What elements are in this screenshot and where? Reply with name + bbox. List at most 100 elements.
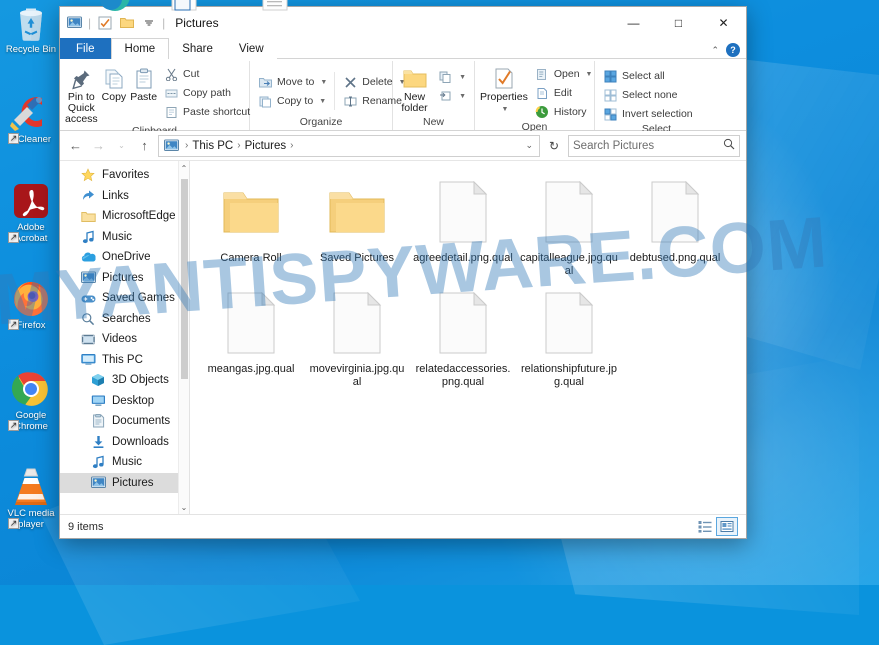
sidebar-item-onedrive[interactable]: OneDrive [60,247,189,268]
sidebar-item-pictures[interactable]: Pictures [60,268,189,289]
qat-divider: | [88,15,92,30]
new-small-commands: ▼ ▼ [435,64,469,105]
properties-icon[interactable] [96,14,113,31]
maximize-button[interactable]: □ [656,7,701,38]
cut-icon [164,67,179,82]
copy-path-button[interactable]: Copy path [161,84,253,102]
help-button[interactable]: ? [726,43,740,57]
file-item[interactable]: relationshipfuture.jpg.qual [516,284,622,395]
file-item[interactable]: capitalleague.jpg.qual [516,173,622,284]
copy-to-button[interactable]: Copy to ▼ [255,92,330,110]
desktop-icon-adobe-acrobat[interactable]: ↗ Adobe Acrobat [2,180,60,244]
file-list-view[interactable]: Camera Roll Saved Pictures agreedetail.png… [190,161,746,514]
sidebar-item-desktop[interactable]: Desktop [60,391,189,412]
paste-button[interactable]: Paste [130,64,157,103]
pictures-folder-icon[interactable] [66,14,83,31]
new-item-button[interactable]: ▼ [435,68,469,86]
select-none-label: Select none [622,89,678,101]
pin-to-quick-access-button[interactable]: Pin to Quick access [65,64,98,125]
scroll-up-arrow-icon[interactable]: ⌃ [181,161,188,175]
desktop-icon-document-partial-1[interactable] [162,0,202,21]
scroll-down-arrow-icon[interactable]: ⌄ [181,500,188,514]
sidebar-item-music[interactable]: Music [60,227,189,248]
customize-chevron-icon[interactable] [140,14,157,31]
new-folder-icon[interactable] [118,14,135,31]
move-to-label: Move to [277,76,315,88]
scrollbar-thumb[interactable] [181,179,188,379]
desktop-icon-recycle-bin[interactable]: Recycle Bin [2,2,60,55]
sidebar-item-videos[interactable]: Videos [60,329,189,350]
edit-button[interactable]: Edit [532,84,596,102]
sidebar-item-label: Pictures [112,476,154,489]
desktop-icon-edge-partial[interactable] [95,0,135,16]
pin-icon [70,66,92,92]
pictures-folder-icon [80,270,96,286]
paste-icon [133,66,155,92]
move-to-button[interactable]: Move to ▼ [255,73,330,91]
file-grid: Camera Roll Saved Pictures agreedetail.png… [190,161,746,395]
desktop-icon-vlc-media-player[interactable]: ↗ VLC media player [2,466,60,530]
large-icons-view-button[interactable] [716,517,738,536]
open-button[interactable]: Open ▼ [532,65,596,83]
properties-button[interactable]: Properties ▼ [480,64,528,115]
folder-item[interactable]: Saved Pictures [304,173,410,284]
quick-access-toolbar: | | [66,14,165,31]
file-item[interactable]: movevirginia.jpg.qual [304,284,410,395]
close-button[interactable]: ✕ [701,7,746,38]
history-button[interactable]: History [532,103,596,121]
breadcrumb-item-this-pc[interactable]: This PC [192,140,233,152]
paste-label: Paste [130,91,158,103]
invert-selection-button[interactable]: Invert selection [600,105,696,123]
forward-button[interactable]: → [89,136,108,155]
sidebar-item-pictures[interactable]: Pictures [60,472,189,493]
sidebar-item-3d-objects[interactable]: 3D Objects [60,370,189,391]
sidebar-item-downloads[interactable]: Downloads [60,432,189,453]
tab-home[interactable]: Home [110,38,170,59]
breadcrumb-dropdown-icon[interactable]: ⌄ [525,140,536,151]
navigation-scrollbar[interactable]: ⌃ ⌄ [178,161,189,514]
file-item[interactable]: meangas.jpg.qual [198,284,304,395]
videos-icon [80,331,96,347]
back-button[interactable]: ← [66,136,85,155]
minimize-button[interactable]: — [611,7,656,38]
easy-access-button[interactable]: ▼ [435,87,469,105]
sidebar-item-searches[interactable]: Searches [60,309,189,330]
up-button[interactable]: ↑ [135,136,154,155]
sidebar-item-music[interactable]: Music [60,452,189,473]
copy-button[interactable]: Copy [102,64,126,103]
tab-share[interactable]: Share [169,38,226,59]
folder-icon [80,208,96,224]
cut-button[interactable]: Cut [161,65,253,83]
details-view-button[interactable] [694,517,716,536]
desktop-icon-firefox[interactable]: ↗ Firefox [2,278,60,331]
breadcrumb[interactable]: › This PC › Pictures › ⌄ [158,134,540,157]
sidebar-item-microsoftedge[interactable]: MicrosoftEdge [60,206,189,227]
paste-shortcut-button[interactable]: Paste shortcut [161,103,253,121]
sidebar-item-favorites[interactable]: Favorites [60,165,189,186]
tab-file[interactable]: File [60,38,111,59]
tab-view[interactable]: View [226,38,277,59]
refresh-button[interactable]: ↻ [544,135,564,157]
recent-locations-button[interactable]: ⌄ [112,136,131,155]
collapse-ribbon-button[interactable]: ⌃ [711,45,719,56]
desktop-icon-document-partial-2[interactable] [255,0,295,19]
sidebar-item-links[interactable]: Links [60,186,189,207]
sidebar-item-documents[interactable]: Documents [60,411,189,432]
search-input[interactable]: Search Pictures [568,134,740,157]
sidebar-item-saved-games[interactable]: Saved Games [60,288,189,309]
open-label: Open [553,68,580,80]
select-none-button[interactable]: Select none [600,86,696,104]
breadcrumb-item-pictures[interactable]: Pictures [245,140,287,152]
desktop-icon-google-chrome[interactable]: ↗ Google Chrome [2,368,60,432]
sidebar-item-this-pc[interactable]: This PC [60,350,189,371]
ribbon-group-clipboard: Pin to Quick access Copy Paste Cut Copy … [60,61,253,137]
file-item[interactable]: relatedaccessories.png.qual [410,284,516,395]
desktop-icon-ccleaner[interactable]: ↗ CCleaner [2,92,60,145]
folder-icon [307,175,407,249]
file-item[interactable]: debtused.png.qual [622,173,728,284]
file-item[interactable]: agreedetail.png.qual [410,173,516,284]
search-icon[interactable] [723,138,735,153]
select-all-button[interactable]: Select all [600,67,696,85]
new-folder-button[interactable]: New folder [398,64,431,114]
folder-item[interactable]: Camera Roll [198,173,304,284]
